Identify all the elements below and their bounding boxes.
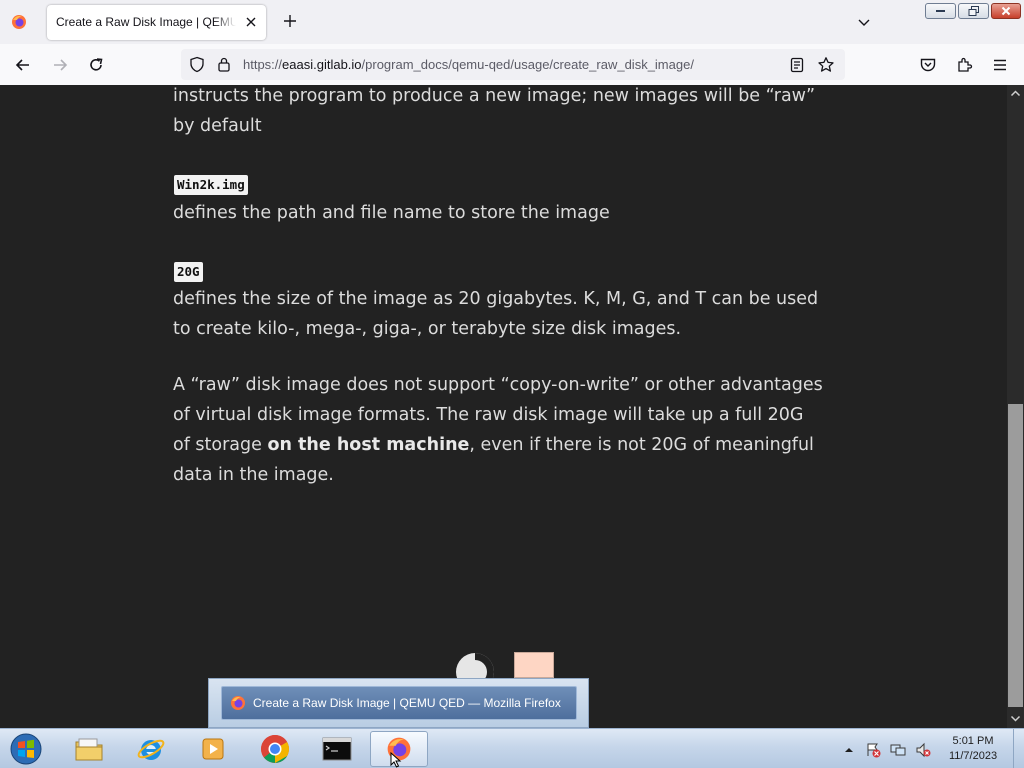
address-bar[interactable]: https://eaasi.gitlab.io/program_docs/qem… — [181, 49, 845, 80]
volume-muted-icon[interactable] — [915, 742, 931, 758]
taskbar-file-explorer[interactable] — [60, 731, 118, 767]
paragraph-raw-disk: A “raw” disk image does not support “cop… — [173, 370, 823, 490]
clock-time: 5:01 PM — [952, 735, 994, 747]
firefox-icon — [231, 696, 245, 710]
system-clock[interactable]: 5:01 PM 11/7/2023 — [936, 734, 1010, 764]
paragraph-intro: instructs the program to produce a new i… — [173, 86, 816, 136]
chevron-down-icon[interactable] — [857, 15, 871, 29]
taskbar-chrome[interactable] — [246, 731, 304, 767]
raw-disk-emphasis: on the host machine — [267, 435, 470, 455]
action-center-icon[interactable] — [865, 742, 881, 758]
url-scheme: https:// — [243, 57, 283, 72]
forward-arrow-icon[interactable] — [51, 56, 69, 74]
paragraph-filename: defines the path and file name to store … — [173, 203, 610, 223]
paragraph-size: defines the size of the image as 20 giga… — [173, 289, 819, 339]
reload-icon[interactable] — [87, 56, 105, 74]
show-hidden-icons-icon[interactable] — [843, 744, 855, 756]
command-prompt-icon — [322, 737, 352, 761]
hamburger-menu-icon[interactable] — [991, 56, 1009, 74]
taskbar-internet-explorer[interactable] — [122, 731, 180, 767]
pocket-icon[interactable] — [919, 56, 937, 74]
media-player-icon — [202, 738, 224, 760]
taskbar-preview-popup: Create a Raw Disk Image | QEMU QED — Moz… — [208, 678, 589, 728]
close-window-button[interactable] — [991, 3, 1021, 19]
scrollbar-thumb[interactable] — [1008, 404, 1023, 707]
mouse-cursor-icon — [390, 752, 402, 768]
close-tab-icon[interactable] — [244, 15, 258, 29]
page-content: instructs the program to produce a new i… — [0, 85, 1007, 728]
network-icon[interactable] — [890, 742, 906, 758]
restore-button[interactable] — [958, 3, 989, 19]
extensions-icon[interactable] — [955, 56, 973, 74]
clock-date: 11/7/2023 — [948, 750, 998, 762]
preview-window-title: Create a Raw Disk Image | QEMU QED — Moz… — [253, 696, 561, 710]
firefox-view-icon[interactable] — [11, 14, 27, 30]
new-tab-icon[interactable] — [282, 13, 298, 29]
bookmark-star-icon[interactable] — [817, 56, 835, 74]
taskbar-command-prompt[interactable] — [308, 731, 366, 767]
scroll-up-icon[interactable] — [1010, 88, 1021, 99]
navigation-toolbar: https://eaasi.gitlab.io/program_docs/qem… — [0, 44, 1024, 86]
tab-title: Create a Raw Disk Image | QEMU QED — [56, 15, 236, 29]
chrome-icon — [261, 735, 289, 763]
url-host: eaasi.gitlab.io — [282, 57, 362, 72]
url-text[interactable]: https://eaasi.gitlab.io/program_docs/qem… — [243, 57, 694, 72]
taskbar-media-player[interactable] — [184, 731, 242, 767]
code-size: 20G — [174, 262, 203, 282]
taskbar-preview-item[interactable]: Create a Raw Disk Image | QEMU QED — Moz… — [221, 686, 577, 720]
vertical-scrollbar[interactable] — [1007, 85, 1024, 728]
show-desktop-button[interactable] — [1013, 729, 1024, 768]
start-button-icon[interactable] — [6, 732, 46, 766]
windows-taskbar: 5:01 PM 11/7/2023 — [0, 728, 1024, 768]
scroll-down-icon[interactable] — [1010, 713, 1021, 724]
shield-icon[interactable] — [189, 56, 205, 73]
active-tab[interactable]: Create a Raw Disk Image | QEMU QED — [47, 5, 266, 40]
lock-icon[interactable] — [217, 56, 231, 73]
tab-bar: Create a Raw Disk Image | QEMU QED — [0, 0, 1024, 45]
minimize-button[interactable] — [925, 3, 956, 19]
back-arrow-icon[interactable] — [14, 56, 32, 74]
folder-icon — [75, 738, 103, 761]
internet-explorer-icon — [137, 739, 165, 760]
code-filename: Win2k.img — [174, 175, 248, 195]
reader-view-icon[interactable] — [789, 57, 805, 73]
url-path: /program_docs/qemu-qed/usage/create_raw_… — [361, 57, 694, 72]
color-swatch-button[interactable] — [514, 652, 554, 678]
